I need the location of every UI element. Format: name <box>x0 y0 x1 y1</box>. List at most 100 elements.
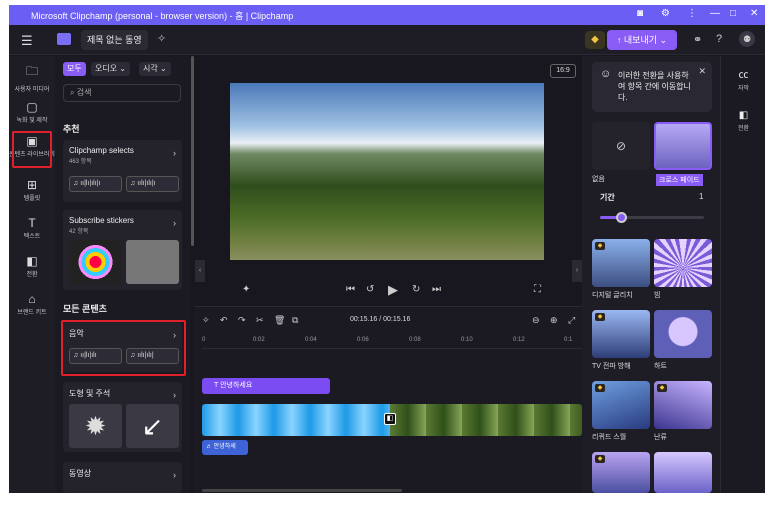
search-input[interactable]: ⌕ 검색 <box>63 84 181 102</box>
none-icon: ⊘ <box>615 139 627 153</box>
text-icon: T <box>28 216 36 230</box>
category-shapes-annotations[interactable]: 도형 및 주석 › ✹ ↙ <box>63 382 182 452</box>
forward-5-icon[interactable]: ↻ <box>412 284 420 295</box>
skip-forward-icon[interactable]: ⏭ <box>432 284 441 295</box>
transition-heart[interactable] <box>654 310 712 358</box>
premium-badge-icon: ◆ <box>595 242 605 250</box>
highlight-music <box>61 320 186 376</box>
play-icon[interactable]: ▶ <box>388 282 398 298</box>
rail-captions[interactable]: ㏄ 자막 <box>721 66 765 92</box>
duplicate-icon[interactable]: ⧉ <box>292 315 298 326</box>
time-ruler[interactable]: 0 0:02 0:04 0:06 0:08 0:10 0:12 0:1 <box>202 333 582 349</box>
duration-slider[interactable] <box>600 212 704 223</box>
nav-brand-kit[interactable]: ⌂ 브랜드 키트 <box>9 292 55 316</box>
collapse-left-panel[interactable]: ‹ <box>195 260 205 282</box>
music-waveform-thumb[interactable]: ♫ ıı|lı|ılı|ı <box>69 176 122 192</box>
magic-wand-icon[interactable]: ✧ <box>157 32 166 45</box>
zoom-in-icon[interactable]: ⊕ <box>550 315 558 326</box>
transition-tv-static[interactable]: ◆ <box>592 310 650 358</box>
transition-item[interactable] <box>654 452 712 493</box>
maximize-icon[interactable]: □ <box>730 8 736 19</box>
project-title[interactable]: 제목 없는 동영 <box>81 30 148 50</box>
zoom-out-icon[interactable]: ⊖ <box>532 315 540 326</box>
collapse-right-panel[interactable]: › <box>572 260 582 282</box>
redo-icon[interactable]: ↷ <box>238 315 246 326</box>
more-icon[interactable]: ⋮ <box>687 8 697 19</box>
content-library-panel: 모두 오디오 ⌄ 시각 ⌄ ⌕ 검색 추천 Clipchamp selects … <box>55 56 190 493</box>
avatar[interactable]: ⚉ <box>739 31 755 47</box>
camera-icon: ▢ <box>26 100 38 114</box>
chevron-right-icon: › <box>173 390 176 400</box>
clipchamp-app: Microsoft Clipchamp (personal - browser … <box>9 5 765 493</box>
grid-icon: ⊞ <box>26 178 38 192</box>
skip-back-icon[interactable]: ⏮ <box>346 284 355 295</box>
nav-text[interactable]: T 텍스트 <box>9 216 55 240</box>
category-videos[interactable]: 동영상 › <box>63 462 182 493</box>
transition-beam[interactable] <box>654 239 712 287</box>
close-icon[interactable]: ✕ <box>750 8 758 19</box>
filter-audio[interactable]: 오디오 ⌄ <box>91 62 131 76</box>
video-preview <box>230 83 544 260</box>
video-track[interactable]: ◧ <box>202 404 582 436</box>
filter-visual[interactable]: 시각 ⌄ <box>139 62 171 76</box>
premium-badge-icon: ◆ <box>657 384 667 392</box>
music-waveform-thumb[interactable]: ♫ ıılı|ılı|ı <box>126 176 179 192</box>
magic-select-icon[interactable]: ✧ <box>202 315 210 326</box>
burst-shape-thumb[interactable]: ✹ <box>69 404 122 448</box>
nav-templates[interactable]: ⊞ 템플릿 <box>9 178 55 202</box>
arrow-shape-thumb[interactable]: ↙ <box>126 404 179 448</box>
video-clip-2[interactable] <box>390 404 582 436</box>
delete-icon[interactable]: 🗑 <box>274 315 285 326</box>
transition-cross-fade[interactable] <box>654 122 712 170</box>
premium-badge-icon: ◆ <box>595 313 605 321</box>
transition-turbulence[interactable]: ◆ <box>654 381 712 429</box>
chevron-right-icon: › <box>173 148 176 158</box>
card-subscribe-stickers[interactable]: Subscribe stickers 42 항목 › <box>63 210 182 290</box>
sticker-thumbnail[interactable] <box>126 240 179 284</box>
timeline: ✧ ↶ ↷ ✂ 🗑 ⧉ 00:15.16 / 00:15.16 ⊖ ⊕ ⤢ 0 … <box>194 306 582 493</box>
folder-icon: 🗀 <box>25 64 38 78</box>
text-clip[interactable]: T 안녕하세요 <box>202 378 330 394</box>
fullscreen-icon[interactable]: ⛶ <box>534 284 541 295</box>
filter-all[interactable]: 모두 <box>63 62 86 76</box>
all-content-heading: 모든 콘텐츠 <box>63 304 107 314</box>
duration-label: 기간 <box>600 193 615 202</box>
transition-item[interactable]: ◆ <box>592 452 650 493</box>
header: ☰ 제목 없는 동영 ✧ ◆ ↑ 내보내기 ⌄ ⚭ ? ⚉ <box>9 25 765 55</box>
minimize-icon[interactable]: — <box>710 8 720 19</box>
rewind-5-icon[interactable]: ↺ <box>366 284 374 295</box>
premium-diamond-icon[interactable]: ◆ <box>585 31 605 49</box>
camera-toggle-icon[interactable]: ◙ <box>637 8 643 19</box>
card-clipchamp-selects[interactable]: Clipchamp selects 463 항목 › ♫ ıı|lı|ılı|ı… <box>63 140 182 202</box>
transition-liquid-swirl[interactable]: ◆ <box>592 381 650 429</box>
recommend-heading: 추천 <box>63 124 80 134</box>
extensions-icon[interactable]: ⚙ <box>661 8 670 19</box>
aspect-ratio-button[interactable]: 16:9 <box>550 64 576 78</box>
hamburger-icon[interactable]: ☰ <box>21 33 33 49</box>
timeline-scrollbar[interactable] <box>202 489 402 492</box>
premium-badge-icon: ◆ <box>595 455 605 463</box>
nav-record-create[interactable]: ▢ 녹화 및 제작 <box>9 100 55 124</box>
sticker-thumbnail[interactable] <box>69 240 122 284</box>
transition-marker-icon[interactable]: ◧ <box>384 413 396 425</box>
share-icon[interactable]: ⚭ <box>693 33 702 46</box>
nav-transitions[interactable]: ◧ 전환 <box>9 254 55 278</box>
audio-clip[interactable]: ♬ 안녕하세 <box>202 440 248 455</box>
transition-digital-glitch[interactable]: ◆ <box>592 239 650 287</box>
search-icon: ⌕ <box>70 88 75 97</box>
rail-transitions[interactable]: ◧ 전환 <box>721 110 765 132</box>
transitions-panel: ☺ 이러한 전환을 사용하여 항목 간에 이동합니다. ✕ ⊘ 없음 크로스 페… <box>582 56 720 493</box>
close-tip-icon[interactable]: ✕ <box>698 66 706 77</box>
nav-user-media[interactable]: 🗀 사용자 미디어 <box>9 62 55 93</box>
undo-icon[interactable]: ↶ <box>220 315 228 326</box>
slider-handle[interactable] <box>615 212 627 223</box>
window-title: Microsoft Clipchamp (personal - browser … <box>31 11 294 21</box>
video-clip-1[interactable] <box>202 404 390 436</box>
transition-none[interactable]: ⊘ <box>592 122 650 170</box>
help-icon[interactable]: ? <box>716 33 722 45</box>
project-icon <box>57 33 71 45</box>
split-icon[interactable]: ✂ <box>256 315 264 326</box>
magic-edit-icon[interactable]: ✦ <box>242 284 250 295</box>
export-button[interactable]: ↑ 내보내기 ⌄ <box>607 30 677 50</box>
expand-icon[interactable]: ⤢ <box>568 315 575 326</box>
